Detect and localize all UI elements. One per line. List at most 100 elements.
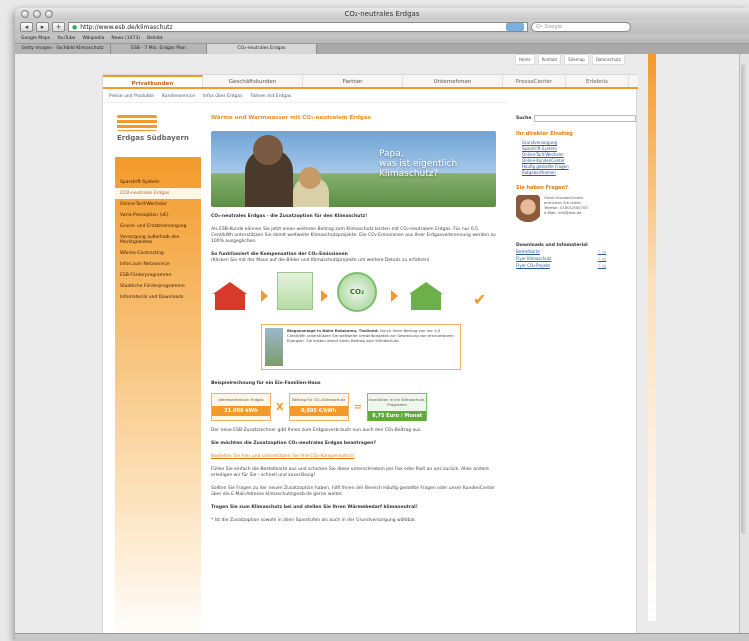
- father-head: [253, 135, 283, 165]
- sidemenu-item-active[interactable]: CO2-neutrales Erdgas: [115, 188, 201, 199]
- utility-link[interactable]: Home: [515, 54, 535, 65]
- multiply-sign: X: [276, 401, 284, 413]
- download-link[interactable]: Flyer CO₂-Projekt: [516, 262, 550, 269]
- subnav-item[interactable]: Fahren mit Erdgas: [250, 91, 291, 102]
- utility-link[interactable]: Kontakt: [537, 54, 562, 65]
- page-viewport: Home Kontakt Sitemap Datenschutz Privatk…: [15, 54, 749, 641]
- download-item[interactable]: Bestellkarte ⇩ ▤: [516, 248, 606, 255]
- compensation-diagram: CO₂ ✔ Biogasanlage in Nähe Ratskamu, Tha…: [211, 270, 496, 374]
- order-link[interactable]: Bestellen Sie hier und unterstützen Sie …: [211, 454, 496, 460]
- address-bar[interactable]: ● http://www.esb.de/klimaschutz: [68, 22, 528, 32]
- back-button[interactable]: ◂: [20, 22, 33, 32]
- sidemenu-item[interactable]: Sparstrift-System: [115, 177, 201, 188]
- co2-icon[interactable]: CO₂: [337, 272, 377, 312]
- sidemenu-item[interactable]: Online-Tarif-Wechsler: [115, 199, 201, 210]
- example-calculation: Jahresverbrauch Erdgas 21.000 kWh X Beitr…: [211, 393, 496, 421]
- orange-side-stripe: [648, 54, 656, 621]
- nav-tab-pressecenter[interactable]: PresseCenter: [503, 75, 566, 87]
- tab-co2[interactable]: CO₂-neutrales Erdgas: [207, 44, 317, 54]
- calc-value: 0,005 €/kWh: [289, 406, 348, 416]
- sidemenu-item[interactable]: Infomaterial und Downloads: [115, 292, 201, 303]
- bookmark-item[interactable]: Wikipedia: [82, 36, 104, 41]
- quicklinks: Grundversorgung Sparstrift-System Online…: [516, 140, 636, 176]
- nav-tab-unternehmen[interactable]: Unternehmen: [403, 75, 503, 87]
- search-field[interactable]: Q• Google: [531, 22, 631, 32]
- quicklink[interactable]: Ratgeberthemen: [516, 170, 636, 176]
- section-text: Füllen Sie einfach die Bestellkarte aus …: [211, 467, 489, 478]
- sub-navigation: Preise und Produkte Kundenservice Infos …: [103, 91, 508, 103]
- bookmark-item[interactable]: YouTube: [57, 36, 75, 41]
- sidemenu-item[interactable]: Grund- und Ersatzversorgung: [115, 221, 201, 232]
- project-image: [265, 328, 283, 366]
- calc-label: Beitrag für CO₂-Klimaschutz: [292, 397, 346, 402]
- search-input[interactable]: [534, 115, 636, 122]
- forward-button[interactable]: ▸: [36, 22, 49, 32]
- contact-box: Unser KundenCenter erreichen Sie unter: …: [516, 195, 636, 229]
- right-sidebar: Suche Ihr direkter Einstieg Grundversorg…: [516, 115, 636, 269]
- nav-tab-privatkunden[interactable]: Privatkunden: [103, 75, 203, 87]
- vertical-scrollbar[interactable]: [739, 54, 749, 641]
- zoom-button[interactable]: [45, 10, 53, 18]
- download-link[interactable]: Flyer Klimaschutz: [516, 255, 551, 262]
- arrow-icon: [321, 290, 328, 302]
- contact-avatar: [516, 195, 540, 229]
- nav-tab-partner[interactable]: Partner: [303, 75, 403, 87]
- download-link[interactable]: Bestellkarte: [516, 248, 540, 255]
- window-controls[interactable]: [21, 10, 53, 18]
- green-house-icon[interactable]: [409, 282, 443, 310]
- download-icon[interactable]: ⇩ ▤: [598, 255, 606, 262]
- bookmark-item[interactable]: Beliebt: [147, 36, 163, 41]
- section-title: CO₂-neutrales Erdgas - die Zusatzoption …: [211, 214, 368, 219]
- minimize-button[interactable]: [33, 10, 41, 18]
- sidemenu-item[interactable]: Infos zum Netzservice: [115, 259, 201, 270]
- calc-box-result: Investition in ein Klimaschutz-Programm 8…: [367, 393, 428, 421]
- sidemenu-item[interactable]: ESB-Förderprogramme: [115, 270, 201, 281]
- sidemenu-item[interactable]: Wärme-Contracting: [115, 248, 201, 259]
- site-icon: ●: [72, 23, 78, 31]
- contact-title: Sie haben Fragen?: [516, 185, 569, 191]
- arrow-icon: [261, 290, 268, 302]
- calc-value: 8,75 Euro / Monat: [368, 411, 427, 421]
- project-infobox[interactable]: Biogasanlage in Nähe Ratskamu, Thailand:…: [261, 324, 461, 370]
- bookmark-item[interactable]: Google Maps: [21, 36, 50, 41]
- sidemenu-item[interactable]: Vario-Preisoption (vE): [115, 210, 201, 221]
- sidemenu-item[interactable]: Versorgung außerhalb des Marktgebietes: [115, 232, 201, 248]
- subnav-item[interactable]: Infos über Erdgas: [203, 91, 242, 102]
- utility-link[interactable]: Datenschutz: [591, 54, 625, 65]
- contact-email[interactable]: e-Mail: info@esb.de: [544, 210, 588, 215]
- nav-tab-geschaeftskunden[interactable]: Geschäftskunden: [203, 75, 303, 87]
- close-button[interactable]: [21, 10, 29, 18]
- hero-quote: Papa, was ist eigentlich Klimaschutz?: [379, 149, 457, 179]
- main-content: Wärme und Warmwasser mit CO₂-neutralem E…: [211, 115, 496, 524]
- rss-icon[interactable]: [506, 23, 524, 31]
- bookmark-item[interactable]: News (1473): [111, 36, 140, 41]
- plant-icon[interactable]: [277, 272, 313, 310]
- browser-toolbar: ◂ ▸ + ● http://www.esb.de/klimaschutz Q• …: [15, 20, 749, 34]
- add-bookmark-button[interactable]: +: [52, 22, 65, 32]
- calc-box: Beitrag für CO₂-Klimaschutz 0,005 €/kWh: [288, 393, 349, 421]
- child-head: [299, 167, 321, 189]
- subnav-item[interactable]: Kundenservice: [162, 91, 195, 102]
- house-icon[interactable]: [213, 282, 247, 310]
- section-title: Tragen Sie zum Klimaschutz bei und stell…: [211, 505, 418, 510]
- sidemenu-item[interactable]: Staatliche Förderprogramme: [115, 281, 201, 292]
- side-menu: Sparstrift-System CO2-neutrales Erdgas O…: [115, 157, 201, 641]
- tab-getty[interactable]: Getty Images - Fachbild Klimaschutz: [15, 44, 111, 54]
- page-title: Wärme und Warmwasser mit CO₂-neutralem E…: [211, 115, 371, 121]
- calc-value: 21.000 kWh: [212, 406, 270, 416]
- download-item[interactable]: Flyer Klimaschutz ⇩ ▤: [516, 255, 606, 262]
- esb-logo[interactable]: Erdgas Südbayern: [117, 115, 189, 142]
- browser-window: CO₂-neutrales Erdgas ◂ ▸ + ● http://www.e…: [15, 8, 749, 641]
- calc-title: Beispielrechnung für ein Ein-Familien-Ha…: [211, 381, 321, 386]
- download-item[interactable]: Flyer CO₂-Projekt ⇩ ▤: [516, 262, 606, 269]
- section-text: Als ESB-Kunde können Sie jetzt einen wei…: [211, 227, 496, 244]
- tab-esb[interactable]: ESB - 7 Mio. Erdgas Plan: [111, 44, 207, 54]
- scroll-thumb[interactable]: [741, 64, 748, 534]
- quicklinks-title: Ihr direkter Einstieg: [516, 131, 573, 137]
- download-icon[interactable]: ⇩ ▤: [598, 262, 606, 269]
- utility-link[interactable]: Sitemap: [564, 54, 589, 65]
- nav-tab-erlebnis[interactable]: Erlebnis: [566, 75, 629, 87]
- download-icon[interactable]: ⇩ ▤: [598, 248, 606, 255]
- site-search: Suche: [516, 115, 636, 122]
- subnav-item[interactable]: Preise und Produkte: [109, 91, 154, 102]
